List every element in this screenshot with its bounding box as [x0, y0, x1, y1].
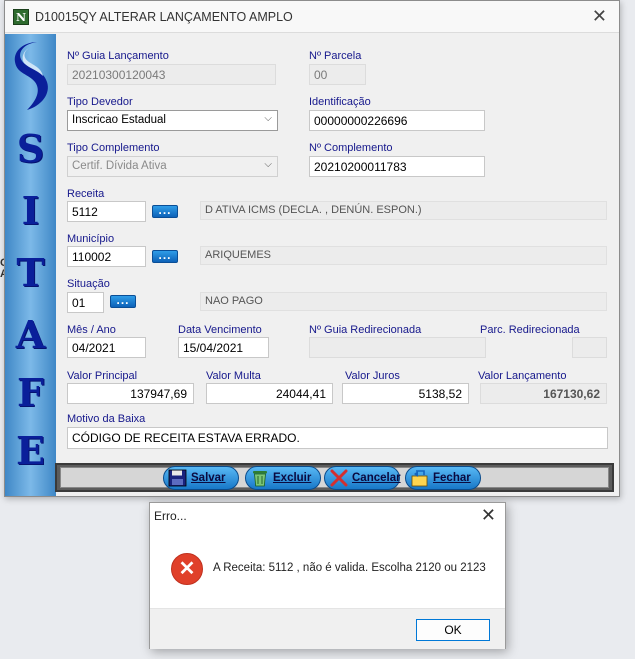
error-x-glyph: ✕ — [178, 558, 196, 580]
receita-lookup-button[interactable]: ... — [152, 203, 178, 218]
data-vencimento-field[interactable]: 15/04/2021 — [178, 337, 269, 358]
sitafe-logo-icon — [14, 42, 48, 110]
parc-redirecionada-field — [572, 337, 607, 358]
error-dialog: Erro... ✕ ✕ A Receita: 5112 , não é vali… — [149, 502, 506, 649]
floppy-disk-icon — [168, 469, 187, 487]
dialog-title: Erro... — [154, 509, 187, 523]
sidebar-letter: F — [17, 370, 44, 415]
sidebar-letter: I — [21, 188, 40, 233]
valor-multa-field[interactable]: 24044,41 — [206, 383, 333, 404]
tipo-complemento-label: Tipo Complemento — [67, 142, 160, 154]
receita-description: D ATIVA ICMS (DECLA. , DENÚN. ESPON.) — [200, 201, 607, 220]
lookup-dots: ... — [116, 293, 130, 307]
mes-ano-label: Mês / Ano — [67, 324, 116, 336]
delete-button[interactable]: Excluir — [245, 466, 321, 490]
situacao-description: NAO PAGO — [200, 292, 607, 311]
cancel-label: Cancelar — [352, 472, 401, 484]
save-button[interactable]: Salvar — [163, 466, 239, 490]
situacao-label: Situação — [67, 278, 110, 290]
municipio-label: Município — [67, 233, 115, 245]
trash-can-icon — [253, 471, 267, 487]
valor-lancamento-label: Valor Lançamento — [478, 370, 567, 382]
guia-redirecionada-field — [309, 337, 486, 358]
title-bar[interactable]: N D10015QY ALTERAR LANÇAMENTO AMPLO ✕ — [5, 1, 619, 33]
lookup-dots: ... — [158, 248, 172, 262]
sidebar-letter: T — [16, 250, 45, 295]
sidebar-letter: E — [16, 428, 45, 473]
dialog-body: ✕ A Receita: 5112 , não é valida. Escolh… — [150, 528, 505, 608]
window-close-icon[interactable]: ✕ — [592, 7, 607, 25]
identificacao-label: Identificação — [309, 96, 371, 108]
identificacao-field[interactable]: 00000000226696 — [309, 110, 485, 131]
guia-label: Nº Guia Lançamento — [67, 50, 169, 62]
exit-door-icon — [411, 470, 428, 487]
valor-juros-field[interactable]: 5138,52 — [342, 383, 469, 404]
municipio-lookup-button[interactable]: ... — [152, 248, 178, 263]
close-label: Fechar — [433, 472, 471, 484]
chevron-down-icon: ⌵ — [264, 159, 272, 170]
dialog-message: A Receita: 5112 , não é valida. Escolha … — [213, 562, 486, 574]
error-icon: ✕ — [171, 553, 203, 585]
delete-label: Excluir — [273, 472, 312, 484]
cancel-button[interactable]: Cancelar — [324, 466, 401, 490]
parcela-label: Nº Parcela — [309, 50, 362, 62]
lookup-dots: ... — [158, 203, 172, 217]
municipio-field[interactable]: 110002 — [67, 246, 146, 267]
chevron-down-icon[interactable]: ⌵ — [264, 113, 272, 124]
situacao-field[interactable]: 01 — [67, 292, 104, 313]
valor-lancamento-field: 167130,62 — [480, 383, 607, 404]
tipo-devedor-select[interactable]: Inscricao Estadual ⌵ — [67, 110, 278, 131]
parc-redirecionada-label: Parc. Redirecionada — [480, 324, 580, 336]
parcela-field: 00 — [309, 64, 366, 85]
app-icon: N — [13, 9, 29, 25]
complemento-label: Nº Complemento — [309, 142, 393, 154]
situacao-lookup-button[interactable]: ... — [110, 293, 136, 308]
guia-field: 20210300120043 — [67, 64, 276, 85]
tipo-devedor-label: Tipo Devedor — [67, 96, 133, 108]
save-label: Salvar — [191, 472, 226, 484]
tipo-complemento-select: Certif. Dívida Ativa ⌵ — [67, 156, 278, 177]
valor-principal-label: Valor Principal — [67, 370, 138, 382]
close-button[interactable]: Fechar — [405, 466, 481, 490]
receita-field[interactable]: 5112 — [67, 201, 146, 222]
receita-label: Receita — [67, 188, 105, 200]
municipio-description: ARIQUEMES — [200, 246, 607, 265]
tipo-devedor-value: Inscricao Estadual — [72, 114, 166, 126]
valor-juros-label: Valor Juros — [345, 370, 400, 382]
complemento-field[interactable]: 20210200011783 — [309, 156, 485, 177]
mes-ano-field[interactable]: 04/2021 — [67, 337, 146, 358]
ok-button[interactable]: OK — [416, 619, 490, 641]
motivo-baixa-label: Motivo da Baixa — [67, 413, 146, 425]
tipo-complemento-value: Certif. Dívida Ativa — [72, 160, 167, 172]
sidebar-letter: S — [16, 126, 45, 171]
dialog-footer: OK — [150, 608, 505, 649]
valor-principal-field[interactable]: 137947,69 — [67, 383, 194, 404]
sidebar-letter: A — [15, 312, 46, 357]
guia-redirecionada-label: Nº Guia Redirecionada — [309, 324, 422, 336]
dialog-close-icon[interactable]: ✕ — [481, 505, 496, 526]
sitafe-sidebar: S I T A F E — [5, 34, 56, 496]
valor-multa-label: Valor Multa — [206, 370, 261, 382]
data-vencimento-label: Data Vencimento — [178, 324, 262, 336]
window-title: D10015QY ALTERAR LANÇAMENTO AMPLO — [35, 10, 293, 24]
motivo-baixa-field[interactable]: CÓDIGO DE RECEITA ESTAVA ERRADO. — [67, 427, 608, 449]
cancel-x-icon — [330, 469, 348, 487]
